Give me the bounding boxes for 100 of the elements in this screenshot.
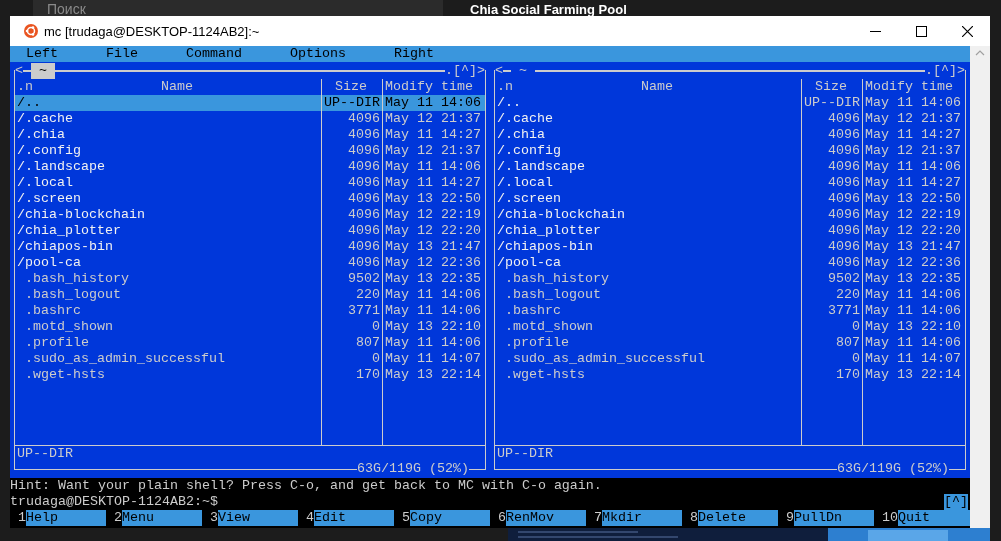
file-row[interactable]: /.config 4096 May 12 21:37 xyxy=(15,143,485,159)
modify-time: May 13 22:10 xyxy=(385,319,481,334)
file-name: /.local xyxy=(17,175,73,191)
key-number: 8 xyxy=(689,510,698,526)
file-row[interactable]: /pool-ca 4096 May 12 22:36 xyxy=(15,255,485,271)
column-header[interactable]: Modify time xyxy=(385,79,473,94)
file-row[interactable]: .sudo_as_admin_successful 0 May 11 14:07 xyxy=(15,351,485,367)
file-row[interactable]: /.landscape 4096 May 11 14:06 xyxy=(495,159,965,175)
modify-time: May 13 22:50 xyxy=(865,191,961,206)
file-row[interactable]: /chia-blockchain 4096 May 12 22:19 xyxy=(15,207,485,223)
function-key[interactable]: Copy xyxy=(410,510,490,526)
menu-item[interactable]: Command xyxy=(186,46,242,62)
modify-time: May 13 22:14 xyxy=(865,367,961,382)
file-row[interactable]: .bash_logout 220 May 11 14:06 xyxy=(495,287,965,303)
file-row[interactable]: .profile 807 May 11 14:06 xyxy=(15,335,485,351)
function-key[interactable]: View xyxy=(218,510,298,526)
column-header[interactable]: .n xyxy=(497,79,513,95)
function-key[interactable]: Menu xyxy=(122,510,202,526)
function-key[interactable]: Help xyxy=(26,510,106,526)
file-name: /chiapos-bin xyxy=(17,239,113,255)
file-name: /chiapos-bin xyxy=(497,239,593,255)
maximize-icon[interactable] xyxy=(915,25,927,37)
modify-time: May 13 22:35 xyxy=(865,271,961,286)
file-row[interactable]: .bashrc 3771 May 11 14:06 xyxy=(15,303,485,319)
file-size: 9502 xyxy=(348,271,380,286)
modify-time: May 12 21:37 xyxy=(385,143,481,158)
column-header[interactable]: Name xyxy=(641,79,673,94)
file-row[interactable]: /pool-ca 4096 May 12 22:36 xyxy=(495,255,965,271)
file-row[interactable]: .bash_history 9502 May 13 22:35 xyxy=(15,271,485,287)
modify-time: May 12 22:36 xyxy=(385,255,481,270)
file-size: 4096 xyxy=(828,111,860,126)
close-icon[interactable] xyxy=(961,25,973,37)
function-key[interactable]: Edit xyxy=(314,510,394,526)
file-row[interactable]: /.landscape 4096 May 11 14:06 xyxy=(15,159,485,175)
file-row[interactable]: /chia_plotter 4096 May 12 22:20 xyxy=(15,223,485,239)
modify-time: May 12 22:36 xyxy=(865,255,961,270)
column-header[interactable]: Name xyxy=(161,79,193,94)
file-row[interactable]: .sudo_as_admin_successful 0 May 11 14:07 xyxy=(495,351,965,367)
file-row[interactable]: .wget-hsts 170 May 13 22:14 xyxy=(495,367,965,383)
function-key[interactable]: RenMov xyxy=(506,510,586,526)
file-row[interactable]: /.screen 4096 May 13 22:50 xyxy=(495,191,965,207)
file-row[interactable]: .motd_shown 0 May 13 22:10 xyxy=(15,319,485,335)
panel-controls[interactable]: .[^]> xyxy=(445,63,485,79)
file-size: 220 xyxy=(836,287,860,302)
file-row[interactable]: /.chia 4096 May 11 14:27 xyxy=(495,127,965,143)
file-row[interactable]: /.local 4096 May 11 14:27 xyxy=(495,175,965,191)
modify-time: May 12 22:19 xyxy=(865,207,961,222)
file-name: /.config xyxy=(497,143,561,159)
shell-prompt: trudaga@DESKTOP-1124AB2:~$ xyxy=(10,494,218,510)
file-row[interactable]: .bashrc 3771 May 11 14:06 xyxy=(495,303,965,319)
file-row[interactable]: /.. UP--DIR May 11 14:06 xyxy=(15,95,485,111)
file-name: /.config xyxy=(17,143,81,159)
menu-item[interactable]: Right xyxy=(394,46,434,62)
file-row[interactable]: /.cache 4096 May 12 21:37 xyxy=(495,111,965,127)
function-key[interactable]: Mkdir xyxy=(602,510,682,526)
history-button[interactable]: [^] xyxy=(944,494,968,510)
file-row[interactable]: /.config 4096 May 12 21:37 xyxy=(495,143,965,159)
file-size: 807 xyxy=(836,335,860,350)
modify-time: May 13 21:47 xyxy=(385,239,481,254)
file-name: /.local xyxy=(497,175,553,191)
file-row[interactable]: /.screen 4096 May 13 22:50 xyxy=(15,191,485,207)
column-header[interactable]: Size xyxy=(335,79,367,94)
column-header[interactable]: Modify time xyxy=(865,79,953,94)
function-key[interactable]: Delete xyxy=(698,510,778,526)
file-row[interactable]: /chia_plotter 4096 May 12 22:20 xyxy=(495,223,965,239)
page-title: Chia Social Farming Pool xyxy=(470,3,627,16)
file-name: .bash_history xyxy=(504,271,609,287)
search-label: Поиск xyxy=(47,2,86,16)
status-text: UP--DIR xyxy=(497,446,553,461)
function-key[interactable]: Quit xyxy=(898,510,970,526)
file-row[interactable]: /.cache 4096 May 12 21:37 xyxy=(15,111,485,127)
modify-time: May 11 14:06 xyxy=(385,335,481,350)
minimize-icon[interactable] xyxy=(869,30,881,32)
file-row[interactable]: /.chia 4096 May 11 14:27 xyxy=(15,127,485,143)
panel-controls[interactable]: .[^]> xyxy=(925,63,965,79)
file-row[interactable]: .wget-hsts 170 May 13 22:14 xyxy=(15,367,485,383)
modify-time: May 12 22:20 xyxy=(385,223,481,238)
file-row[interactable]: /.. UP--DIR May 11 14:06 xyxy=(495,95,965,111)
column-header[interactable]: Size xyxy=(815,79,847,94)
file-row[interactable]: /chiapos-bin 4096 May 13 21:47 xyxy=(15,239,485,255)
key-number: 2 xyxy=(113,510,122,526)
file-size: 4096 xyxy=(348,175,380,190)
file-name: .wget-hsts xyxy=(504,367,585,383)
menu-item[interactable]: Left xyxy=(26,46,58,62)
file-row[interactable]: .bash_logout 220 May 11 14:06 xyxy=(15,287,485,303)
column-header[interactable]: .n xyxy=(17,79,33,95)
menu-item[interactable]: Options xyxy=(290,46,346,62)
file-row[interactable]: /.local 4096 May 11 14:27 xyxy=(15,175,485,191)
function-key[interactable]: PullDn xyxy=(794,510,874,526)
disk-usage: 63G/119G (52%) xyxy=(357,461,469,477)
file-name: /.. xyxy=(497,95,521,111)
menu-item[interactable]: File xyxy=(106,46,138,62)
file-name: /.chia xyxy=(17,127,65,143)
file-row[interactable]: .bash_history 9502 May 13 22:35 xyxy=(495,271,965,287)
file-size: 4096 xyxy=(348,239,380,254)
file-row[interactable]: /chiapos-bin 4096 May 13 21:47 xyxy=(495,239,965,255)
file-row[interactable]: .profile 807 May 11 14:06 xyxy=(495,335,965,351)
file-row[interactable]: /chia-blockchain 4096 May 12 22:19 xyxy=(495,207,965,223)
modify-time: May 11 14:06 xyxy=(865,303,961,318)
file-row[interactable]: .motd_shown 0 May 13 22:10 xyxy=(495,319,965,335)
